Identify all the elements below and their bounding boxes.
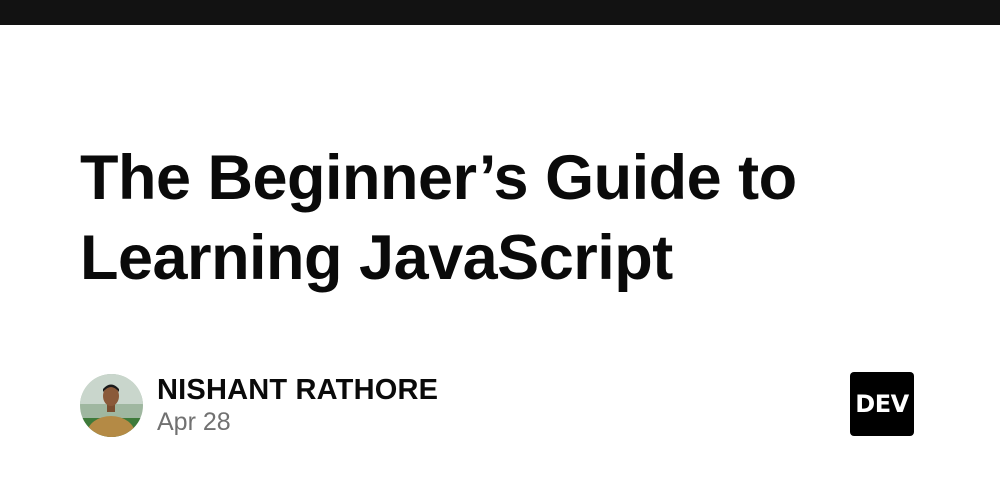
author-row: NISHANT RATHORE Apr 28 [80,373,438,437]
avatar-photo [80,373,143,437]
article-title-line-2: Learning JavaScript [80,223,673,293]
top-bar [0,0,1000,25]
author-name[interactable]: NISHANT RATHORE [157,373,438,407]
author-meta: NISHANT RATHORE Apr 28 [157,373,438,437]
article-title-line-1: The Beginner’s Guide to [80,143,797,213]
author-avatar[interactable] [80,373,143,437]
article-title: The Beginner’s Guide to Learning JavaScr… [80,138,920,298]
post-date: Apr 28 [157,408,231,436]
dev-logo-text: DEV [855,390,909,418]
dev-logo-icon[interactable]: DEV [850,372,914,436]
